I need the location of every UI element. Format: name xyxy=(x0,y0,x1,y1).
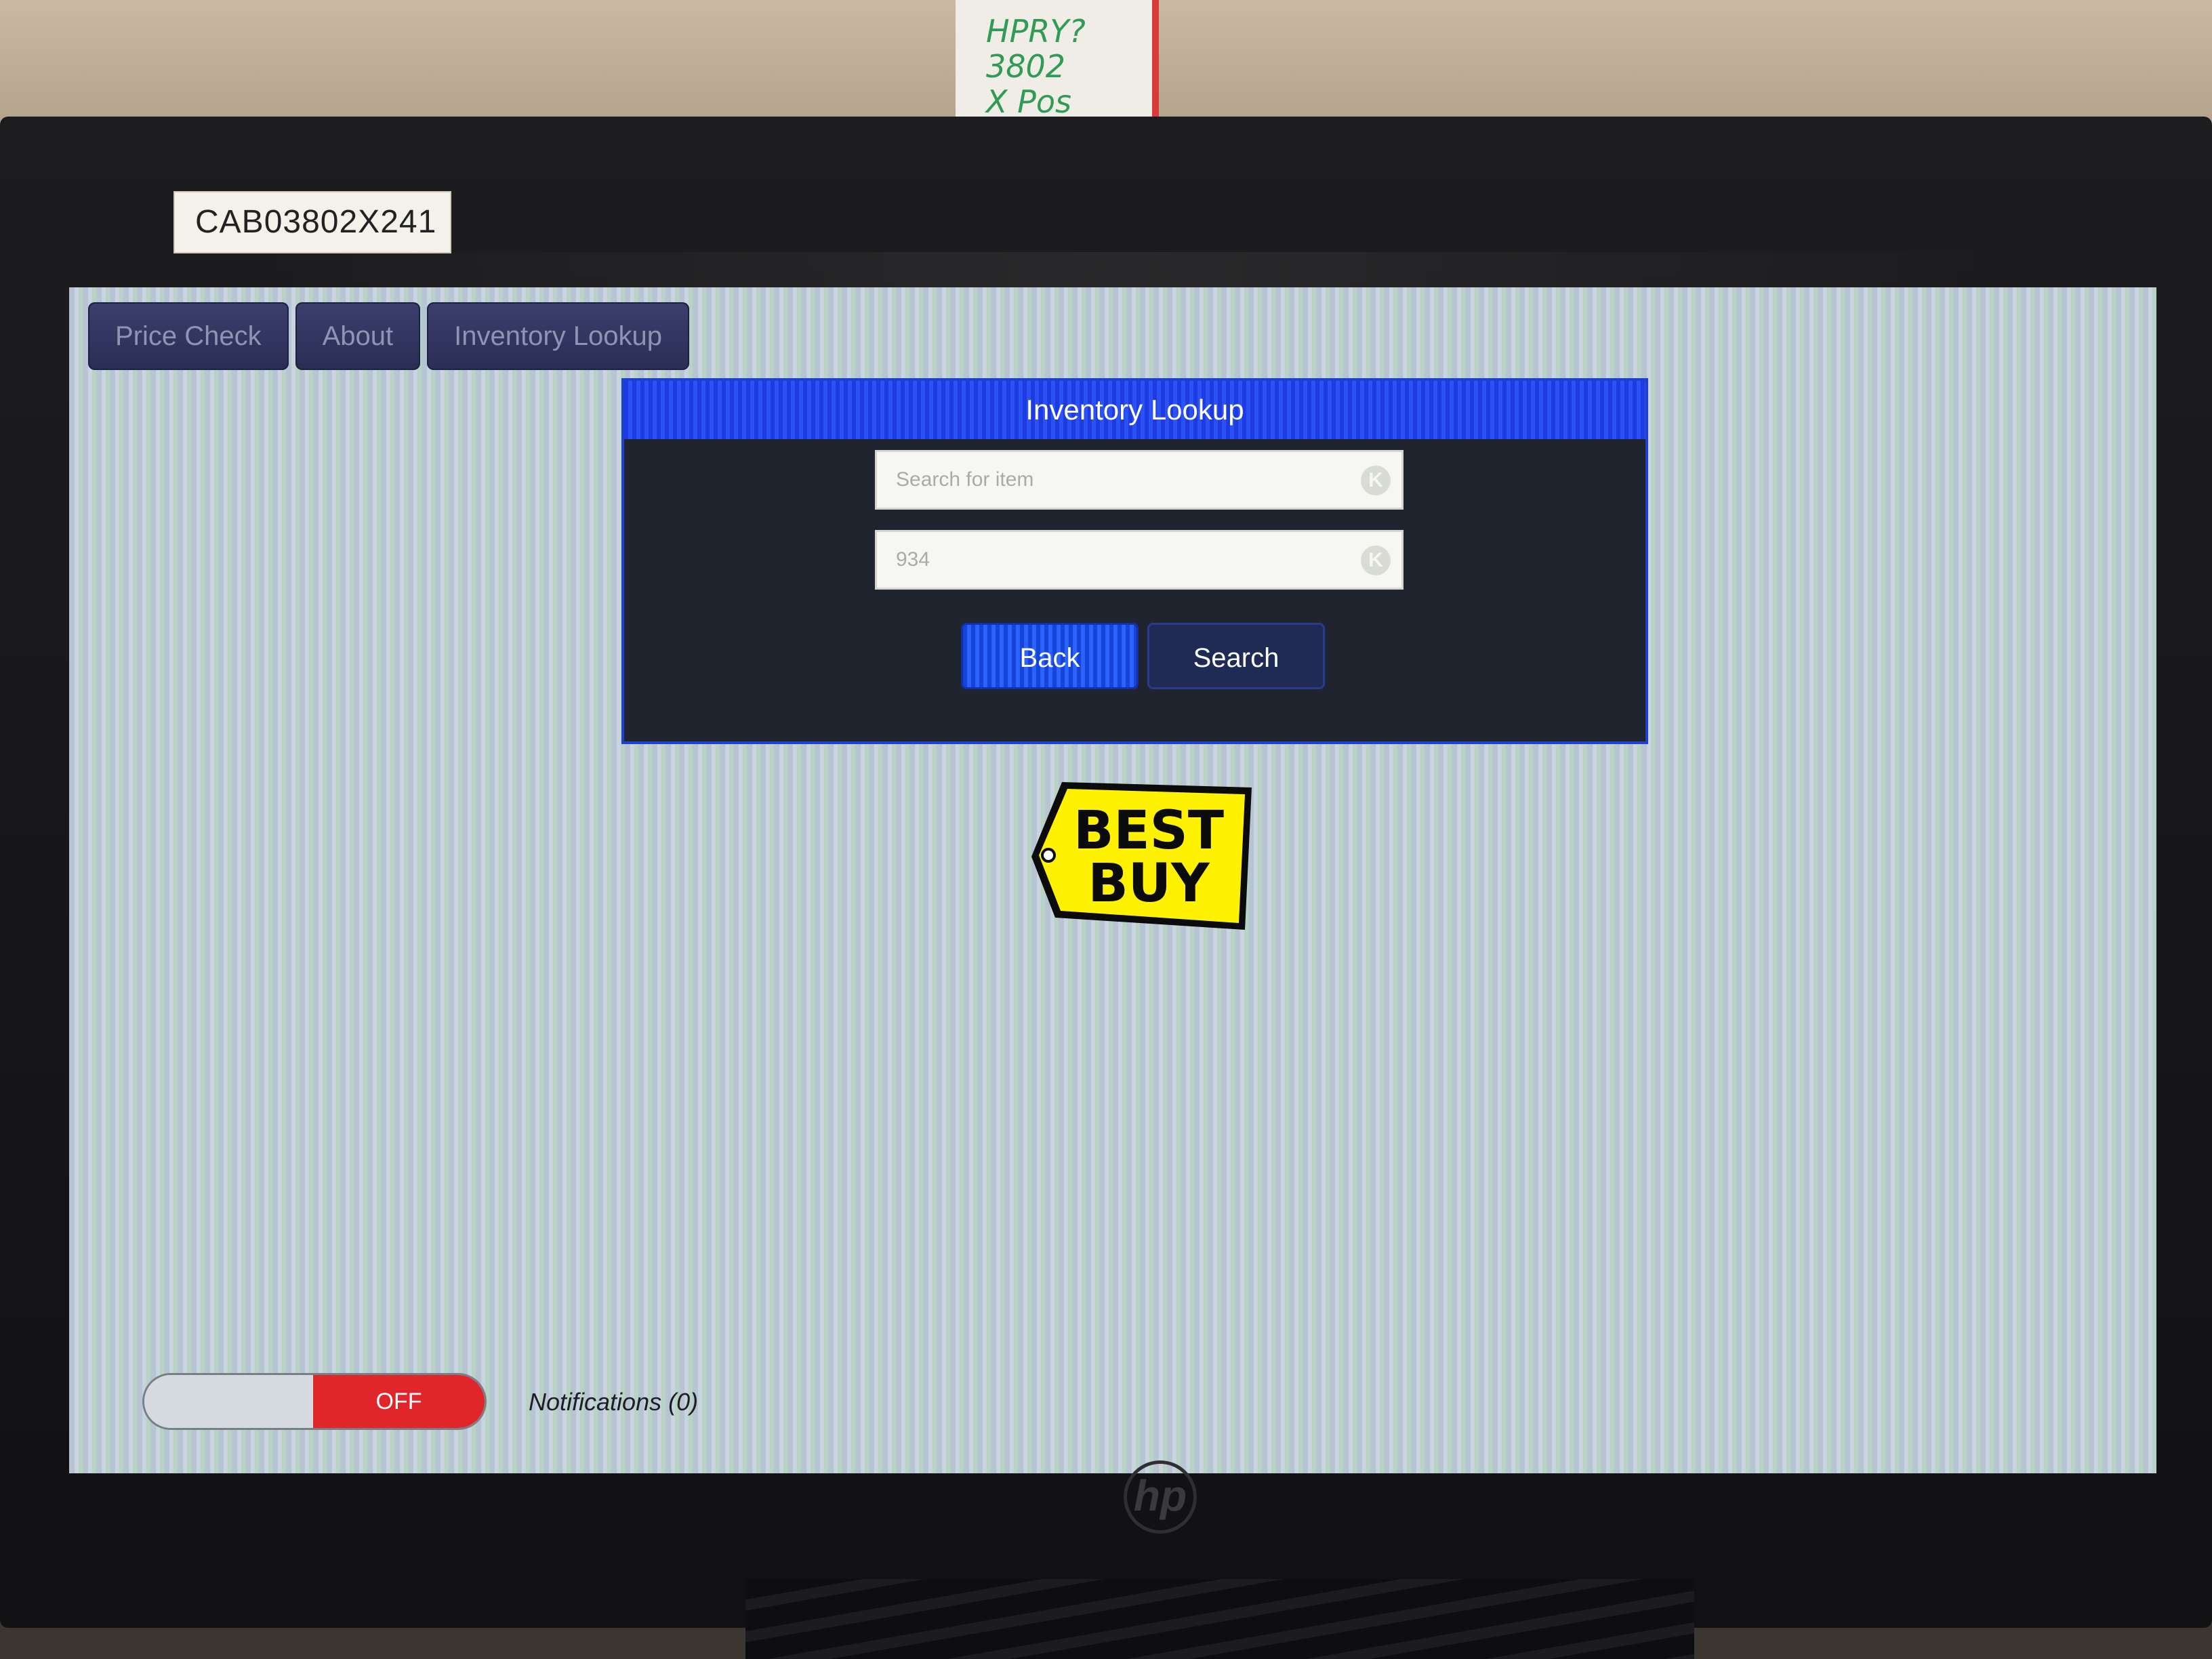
asset-tag-label: CAB03802X241 xyxy=(173,191,451,253)
tab-bar: Price Check About Inventory Lookup xyxy=(88,302,690,373)
notifications-label[interactable]: Notifications (0) xyxy=(529,1378,698,1426)
sticky-note-line-1: HPRY? xyxy=(986,13,1086,49)
inventory-lookup-dialog: Inventory Lookup Search for item K 934 K… xyxy=(621,378,1648,744)
tab-about[interactable]: About xyxy=(295,302,421,370)
logo-line-2: BUY xyxy=(1088,853,1210,914)
hp-logo-icon: hp xyxy=(1124,1460,1197,1534)
tab-price-check[interactable]: Price Check xyxy=(88,302,289,370)
back-button[interactable]: Back xyxy=(961,623,1139,689)
logo-line-1: BEST xyxy=(1073,800,1224,861)
best-buy-tag-icon: BEST BUY xyxy=(1031,782,1252,930)
sticky-note-line-2: 3802 xyxy=(986,48,1066,85)
tab-inventory-lookup[interactable]: Inventory Lookup xyxy=(427,302,690,370)
sticky-note: HPRY? 3802 X Pos xyxy=(956,0,1159,119)
photo-scene: HPRY? 3802 X Pos CAB03802X241 Price Chec… xyxy=(0,0,2212,1659)
clear-icon[interactable]: K xyxy=(1361,546,1391,575)
toggle-off-label: OFF xyxy=(313,1375,485,1428)
store-number-placeholder: 934 xyxy=(896,548,930,571)
app-screen: Price Check About Inventory Lookup Inven… xyxy=(69,287,2156,1473)
cables xyxy=(745,1579,1694,1659)
search-button[interactable]: Search xyxy=(1147,623,1325,689)
best-buy-logo: BEST BUY xyxy=(1028,775,1265,938)
search-item-input[interactable]: Search for item K xyxy=(875,450,1404,510)
search-item-placeholder: Search for item xyxy=(896,468,1034,491)
dialog-title: Inventory Lookup xyxy=(624,381,1645,439)
sticky-note-line-3: X Pos xyxy=(986,83,1071,120)
store-number-input[interactable]: 934 K xyxy=(875,530,1404,590)
clear-icon[interactable]: K xyxy=(1361,466,1391,495)
notifications-toggle[interactable]: OFF xyxy=(142,1373,487,1430)
toggle-track xyxy=(144,1375,317,1428)
